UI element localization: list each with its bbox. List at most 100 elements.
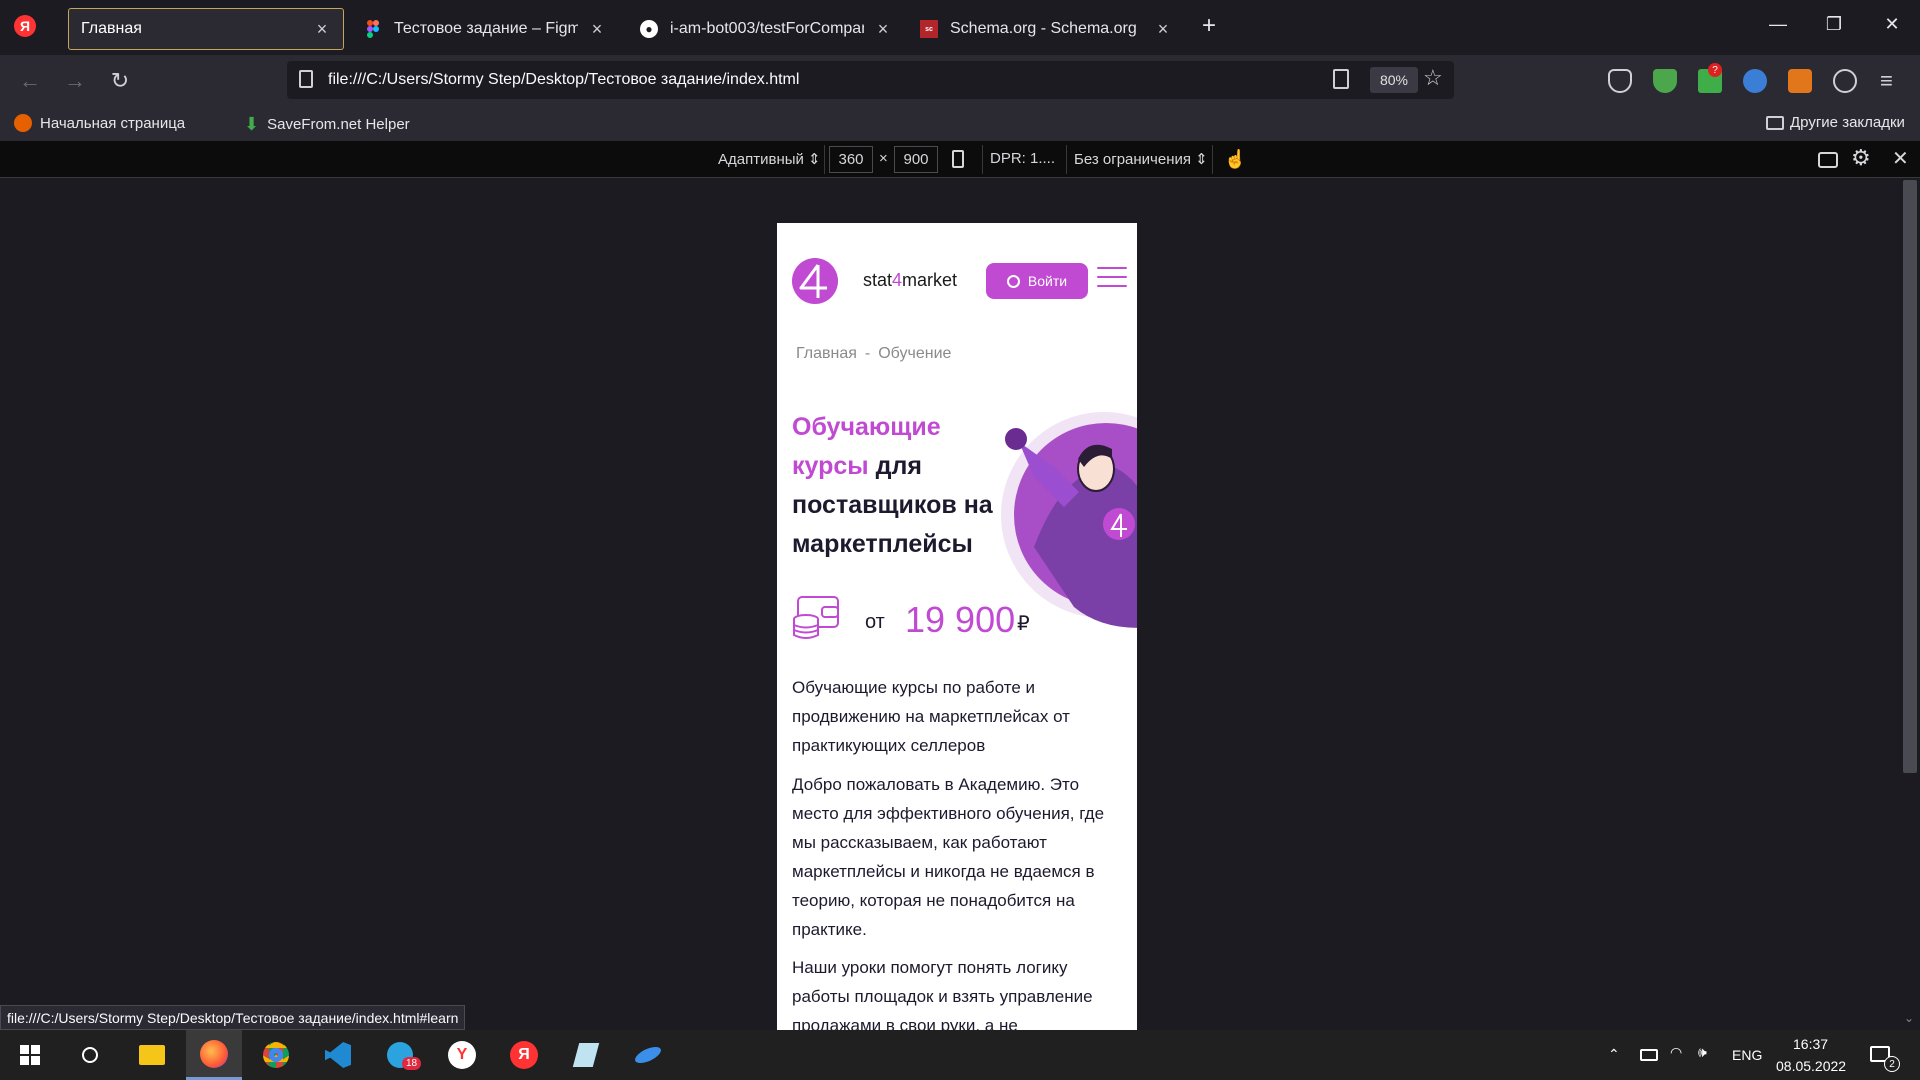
dimension-times: × bbox=[879, 150, 888, 167]
telegram-icon[interactable]: 18 bbox=[372, 1030, 428, 1080]
notification-count: 2 bbox=[1884, 1056, 1900, 1072]
savefrom-badge: ? bbox=[1708, 63, 1722, 77]
language-indicator[interactable]: ENG bbox=[1732, 1047, 1762, 1063]
close-tab-icon[interactable]: × bbox=[1154, 19, 1172, 40]
page-icon bbox=[299, 70, 313, 88]
other-bookmarks[interactable]: Другие закладки bbox=[1766, 114, 1905, 131]
logo-icon[interactable] bbox=[792, 258, 838, 304]
github-icon: ● bbox=[640, 20, 658, 38]
notepad-icon[interactable] bbox=[558, 1030, 614, 1080]
vscode-icon[interactable] bbox=[310, 1030, 366, 1080]
windows-start-icon[interactable] bbox=[2, 1030, 58, 1080]
new-tab-button[interactable]: + bbox=[1202, 12, 1216, 40]
bookmark-label: Другие закладки bbox=[1790, 114, 1905, 131]
extension-globe-icon[interactable] bbox=[1743, 69, 1767, 93]
width-input[interactable]: 360 bbox=[829, 146, 873, 173]
tab-title: Schema.org - Schema.org bbox=[950, 20, 1137, 37]
clock-date[interactable]: 08.05.2022 bbox=[1776, 1058, 1846, 1074]
mobile-page: stat4market Войти Главная - Обучение Обуча… bbox=[777, 223, 1137, 1030]
yandex-icon[interactable]: Y bbox=[434, 1030, 490, 1080]
height-input[interactable]: 900 bbox=[894, 146, 938, 173]
dpr-label: DPR: 1.... bbox=[990, 150, 1056, 167]
breadcrumb-home[interactable]: Главная bbox=[796, 345, 857, 362]
hero-title-highlight: курсы bbox=[792, 452, 869, 480]
hero-title-text: для bbox=[868, 452, 922, 480]
price-amount: 19 900 bbox=[905, 599, 1016, 640]
yandex-browser-icon[interactable]: Я bbox=[14, 15, 36, 37]
scrollbar-thumb[interactable] bbox=[1903, 180, 1917, 773]
app-icon[interactable] bbox=[620, 1030, 676, 1080]
tray-chevron-icon[interactable]: ⌃ bbox=[1608, 1046, 1620, 1063]
search-icon[interactable] bbox=[62, 1030, 118, 1080]
settings-gear-icon[interactable]: ⚙ bbox=[1851, 145, 1871, 171]
hero-title: Обучающие курсы для поставщиков на марке… bbox=[792, 408, 1012, 564]
wifi-icon[interactable]: ◠ bbox=[1670, 1044, 1682, 1061]
login-label: Войти bbox=[1027, 273, 1068, 289]
pocket-icon[interactable] bbox=[1608, 69, 1632, 93]
bookmark-home[interactable]: Начальная страница bbox=[14, 114, 185, 132]
chrome-icon[interactable] bbox=[248, 1030, 304, 1080]
restore-icon[interactable]: ❐ bbox=[1822, 14, 1846, 35]
throttle-label: Без ограничения bbox=[1074, 151, 1192, 168]
login-button[interactable]: Войти bbox=[986, 263, 1088, 299]
adguard-icon[interactable] bbox=[1653, 69, 1677, 93]
device-label: Адаптивный bbox=[718, 151, 804, 168]
viewport-scrollbar[interactable]: ⌄ bbox=[1899, 178, 1920, 1030]
price-currency: ₽ bbox=[1017, 613, 1030, 635]
scroll-down-icon[interactable]: ⌄ bbox=[1904, 1011, 1914, 1025]
rotate-icon[interactable] bbox=[952, 150, 964, 168]
file-explorer-icon[interactable] bbox=[124, 1030, 180, 1080]
intro-paragraph: Обучающие курсы по работе и продвижению … bbox=[792, 678, 1070, 755]
sync-icon[interactable] bbox=[1833, 69, 1857, 93]
bookmark-label: Начальная страница bbox=[40, 114, 186, 132]
hero-title-highlight: Обучающие bbox=[792, 413, 941, 441]
volume-icon[interactable]: 🕪 bbox=[1698, 1044, 1707, 1061]
bookmark-label: SaveFrom.net Helper bbox=[267, 116, 410, 133]
back-icon[interactable]: ← bbox=[14, 65, 46, 97]
tab-title: Тестовое задание – Figma bbox=[394, 20, 578, 37]
login-icon bbox=[1006, 274, 1020, 288]
brand-suffix: market bbox=[902, 270, 958, 290]
throttle-select[interactable]: Без ограничения ⇕ bbox=[1074, 150, 1208, 168]
figma-icon bbox=[364, 20, 382, 38]
schema-org-icon: sc bbox=[920, 20, 938, 38]
separator bbox=[1212, 145, 1213, 174]
tab-figma[interactable]: Тестовое задание – Figma × bbox=[352, 8, 618, 50]
close-window-icon[interactable]: ✕ bbox=[1880, 14, 1904, 35]
reader-mode-icon[interactable] bbox=[1333, 69, 1349, 89]
tab-github[interactable]: ● i-am-bot003/testForCompany- × bbox=[628, 8, 904, 50]
wallet-coins-icon bbox=[793, 596, 839, 639]
touch-simulation-icon[interactable]: ☝ bbox=[1224, 149, 1246, 170]
close-rdm-icon[interactable]: ✕ bbox=[1892, 146, 1909, 171]
hamburger-menu-icon[interactable] bbox=[1097, 267, 1127, 289]
battery-icon[interactable] bbox=[1640, 1049, 1658, 1061]
clock-time[interactable]: 16:37 bbox=[1793, 1036, 1828, 1052]
dpr-select[interactable]: DPR: 1.... bbox=[990, 150, 1055, 167]
menu-icon[interactable]: ≡ bbox=[1880, 68, 1893, 94]
firefox-icon bbox=[14, 114, 32, 132]
reload-icon[interactable]: ↻ bbox=[104, 65, 136, 97]
firefox-taskbar-icon[interactable] bbox=[186, 1030, 242, 1080]
bookmark-savefrom[interactable]: ⬇ SaveFrom.net Helper bbox=[244, 114, 410, 135]
bookmark-star-icon[interactable]: ☆ bbox=[1423, 65, 1443, 91]
device-select[interactable]: Адаптивный ⇕ bbox=[718, 150, 821, 168]
url-text[interactable]: file:///C:/Users/Stormy Step/Desktop/Тес… bbox=[328, 71, 799, 89]
zoom-level[interactable]: 80% bbox=[1370, 67, 1418, 93]
close-tab-icon[interactable]: × bbox=[588, 19, 606, 40]
welcome-paragraph: Добро пожаловать в Академию. Это место д… bbox=[792, 775, 1105, 939]
brand-name[interactable]: stat4market bbox=[863, 270, 957, 291]
breadcrumb-separator: - bbox=[864, 345, 871, 362]
close-tab-icon[interactable]: × bbox=[874, 19, 892, 40]
screenshot-icon[interactable] bbox=[1818, 152, 1838, 168]
url-bar[interactable]: file:///C:/Users/Stormy Step/Desktop/Тес… bbox=[287, 61, 1454, 99]
status-bar-url: file:///C:/Users/Stormy Step/Desktop/Тес… bbox=[0, 1005, 466, 1030]
folder-icon bbox=[1766, 115, 1784, 130]
forward-icon[interactable]: → bbox=[59, 65, 91, 97]
tab-schema[interactable]: sc Schema.org - Schema.org × bbox=[908, 8, 1184, 50]
tab-main[interactable]: Главная × bbox=[68, 8, 344, 50]
close-tab-icon[interactable]: × bbox=[313, 19, 331, 40]
download-arrow-icon: ⬇ bbox=[244, 114, 260, 134]
metamask-icon[interactable] bbox=[1788, 69, 1812, 93]
minimize-icon[interactable]: — bbox=[1766, 14, 1790, 35]
yandex-browser-taskbar-icon[interactable]: Я bbox=[496, 1030, 552, 1080]
